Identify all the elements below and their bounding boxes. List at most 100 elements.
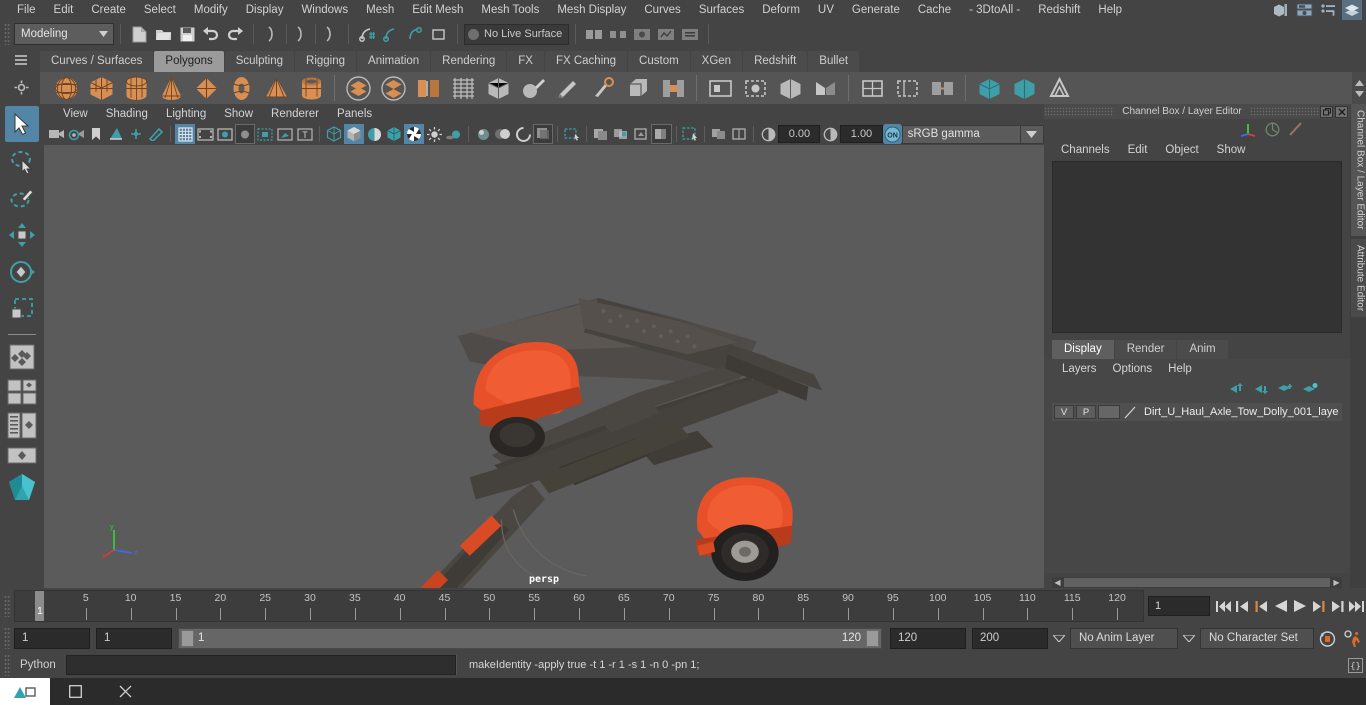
construction-history-icon[interactable] (607, 23, 629, 45)
layer-editor-tab-render[interactable]: Render (1114, 340, 1177, 359)
layer-name[interactable]: Dirt_U_Haul_Axle_Tow_Dolly_001_laye (1140, 406, 1340, 418)
playback-start-time-field[interactable]: 1 (96, 627, 172, 649)
viewport-snapshot-icon[interactable] (709, 124, 729, 144)
transfer-attributes-icon[interactable] (926, 72, 958, 104)
camera-attributes-icon[interactable] (66, 124, 86, 144)
title-safe-icon[interactable]: T (295, 124, 315, 144)
render-settings-icon[interactable] (679, 23, 701, 45)
scrollbar-thumb[interactable] (1064, 578, 1330, 587)
layer-editor-menu-layers[interactable]: Layers (1054, 363, 1105, 375)
quad-draw-icon[interactable] (856, 72, 888, 104)
menu-item-select[interactable]: Select (135, 0, 185, 20)
side-tab-channel-box[interactable]: Channel Box / Layer Editor (1350, 104, 1366, 236)
multisample-icon[interactable] (513, 124, 533, 144)
channel-box-menu-edit[interactable]: Edit (1119, 144, 1157, 156)
input-selection-icon[interactable] (583, 23, 605, 45)
menu-item-uv[interactable]: UV (809, 0, 843, 20)
menu-item-redshift[interactable]: Redshift (1029, 0, 1089, 20)
shadows-icon[interactable] (444, 124, 464, 144)
rotate-tool[interactable] (5, 254, 39, 290)
smooth-wireframe-icon[interactable] (680, 124, 700, 144)
maya-bonus-icon[interactable] (5, 469, 39, 505)
booleans-icon[interactable] (447, 72, 479, 104)
channel-box-icon[interactable] (1341, 0, 1363, 21)
move-layer-up-icon[interactable] (1228, 383, 1243, 395)
live-surface-indicator[interactable]: No Live Surface (464, 23, 570, 45)
bookmark-icon[interactable] (86, 124, 106, 144)
multicut-icon[interactable] (552, 72, 584, 104)
sculpt-icon[interactable] (517, 72, 549, 104)
append-polygon-icon[interactable] (704, 72, 736, 104)
snap-to-point-icon[interactable] (404, 23, 426, 45)
layer-list-horizontal-scrollbar[interactable]: ◀ ▶ (1052, 577, 1342, 588)
shelf-tab-bullet[interactable]: Bullet (808, 51, 860, 72)
command-line-gripper[interactable] (4, 654, 11, 676)
channel-box-menu-object[interactable]: Object (1156, 144, 1207, 156)
resolution-gate-icon[interactable] (215, 124, 235, 144)
step-forward-keyframe-icon[interactable] (1328, 596, 1347, 616)
close-panel-icon[interactable] (1335, 105, 1349, 118)
textured-icon[interactable] (404, 124, 425, 144)
script-editor-icon[interactable]: {} (1344, 654, 1366, 676)
new-layer-from-selected-icon[interactable] (1303, 383, 1318, 395)
layer-editor-menu-help[interactable]: Help (1160, 363, 1200, 375)
go-to-start-icon[interactable] (1214, 596, 1233, 616)
color-space-selector[interactable]: sRGB gamma (901, 124, 1022, 144)
range-slider-bar[interactable]: 1 120 (178, 627, 882, 649)
grid-toggle-icon[interactable] (175, 124, 196, 144)
polycube-icon[interactable] (85, 72, 117, 104)
ipr-render-icon[interactable] (655, 23, 677, 45)
menu-set-selector[interactable]: Modeling (14, 23, 114, 45)
bevel-icon[interactable] (622, 72, 654, 104)
layer-editor-menu-options[interactable]: Options (1105, 363, 1161, 375)
polycone-icon[interactable] (155, 72, 187, 104)
move-layer-down-icon[interactable] (1253, 383, 1268, 395)
shelf-tab-rigging[interactable]: Rigging (295, 51, 357, 72)
range-handle-left[interactable] (181, 629, 194, 647)
shelf-tab-xgen[interactable]: XGen (690, 51, 743, 72)
paint-select-tool[interactable] (5, 180, 39, 216)
select-tool[interactable] (5, 106, 39, 142)
chevron-down-icon[interactable] (93, 24, 113, 44)
screen-space-ao-icon[interactable] (473, 124, 493, 144)
hardware-texturing-icon[interactable] (729, 124, 749, 144)
attribute-editor-icon[interactable] (1293, 0, 1315, 21)
grease-pencil-icon[interactable] (146, 124, 166, 144)
time-slider[interactable]: 5 10 15 20 25 30 35 40 45 50 55 60 65 70 75 80 85 90 95 100… (14, 590, 1144, 622)
restore-panel-icon[interactable] (1320, 105, 1334, 118)
shelf-tab-custom[interactable]: Custom (628, 51, 690, 72)
normals-icon[interactable] (973, 72, 1005, 104)
channel-box-menu-channels[interactable]: Channels (1052, 144, 1119, 156)
polysphere-icon[interactable] (50, 72, 82, 104)
animation-preferences-icon[interactable] (1340, 629, 1366, 647)
motion-blur-icon[interactable] (493, 124, 513, 144)
gate-mask-icon[interactable] (235, 124, 256, 144)
scale-tool[interactable] (5, 291, 39, 327)
polytorus-icon[interactable] (225, 72, 257, 104)
command-input-field[interactable] (66, 655, 456, 675)
crease-icon[interactable] (1043, 72, 1075, 104)
viewport-menu-shading[interactable]: Shading (97, 108, 157, 120)
layer-editor-tab-display[interactable]: Display (1052, 340, 1114, 359)
tool-settings-icon[interactable] (1317, 0, 1339, 21)
range-handle-right[interactable] (866, 629, 879, 647)
command-language-label[interactable]: Python (14, 659, 66, 671)
go-to-end-icon[interactable] (1347, 596, 1366, 616)
shelf-menu-icon[interactable] (14, 54, 28, 66)
current-time-field[interactable]: 1 (1148, 596, 1210, 616)
perspective-viewport[interactable]: y z x persp (44, 145, 1044, 588)
wedge-icon[interactable] (739, 72, 771, 104)
polycylinder-icon[interactable] (120, 72, 152, 104)
combine-icon[interactable] (342, 72, 374, 104)
shelf-tab-redshift[interactable]: Redshift (743, 51, 808, 72)
shelf-tab-animation[interactable]: Animation (357, 51, 431, 72)
snap-to-view-plane-icon[interactable] (428, 23, 450, 45)
window-close-icon[interactable] (100, 678, 150, 705)
play-forwards-icon[interactable] (1290, 596, 1309, 616)
shelf-tab-rendering[interactable]: Rendering (431, 51, 507, 72)
xray-icon[interactable] (562, 124, 582, 144)
menu-item-windows[interactable]: Windows (292, 0, 357, 20)
shaded-wireframe-icon[interactable] (384, 124, 404, 144)
menu-item-surfaces[interactable]: Surfaces (690, 0, 753, 20)
scroll-left-icon[interactable]: ◀ (1052, 577, 1063, 588)
